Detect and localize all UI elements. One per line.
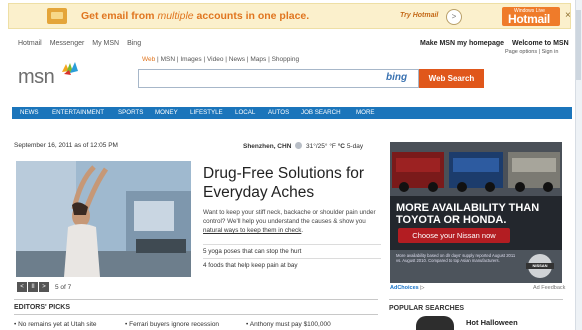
promo-headline-prefix: Get email from — [81, 10, 158, 22]
hero-description: Want to keep your stiff neck, backache o… — [203, 208, 385, 236]
slideshow-prev-button[interactable]: < — [17, 282, 27, 292]
editors-pick-item[interactable]: • Ferrari buyers ignore recession — [125, 321, 219, 328]
editors-pick-text: Anthony must pay $100,000 — [249, 321, 331, 328]
weather-widget[interactable]: Shenzhen, CHN 31°/25° °F °C 5-day — [243, 142, 363, 150]
mail-icon — [47, 8, 67, 24]
adchoices-label: AdChoices — [390, 285, 419, 291]
nav-job-search[interactable]: JOB SEARCH — [301, 109, 341, 116]
divider — [14, 314, 378, 315]
popular-search-item[interactable]: Hot Halloween — [466, 318, 518, 327]
scrollbar-thumb[interactable] — [576, 10, 581, 80]
search-input[interactable] — [138, 69, 419, 88]
search-tab-web[interactable]: Web — [142, 56, 155, 63]
hero-body-end: . — [301, 227, 304, 235]
search-tab-shopping[interactable]: Shopping — [272, 56, 299, 63]
nissan-logo: NISSAN — [532, 263, 548, 268]
divider — [14, 299, 378, 300]
nissan-advertisement[interactable]: MORE AVAILABILITY THAN TOYOTA OR HONDA. … — [390, 142, 562, 283]
my-msn-link[interactable]: My MSN — [92, 40, 119, 47]
hero-related-link-2[interactable]: 4 foods that help keep pain at bay — [203, 258, 381, 269]
ad-feedback-link[interactable]: Ad Feedback — [533, 285, 565, 291]
try-hotmail-link[interactable]: Try Hotmail — [400, 12, 438, 19]
nav-sports[interactable]: SPORTS — [118, 109, 143, 116]
welcome-text: Welcome to MSN — [511, 40, 569, 47]
editors-pick-text: Ferrari buyers ignore recession — [129, 321, 220, 328]
hotmail-promo-banner[interactable]: Get email from multiple accounts in one … — [8, 3, 571, 29]
ad-fine-print: More availability based on dlr days' sup… — [396, 253, 516, 264]
promo-headline-suffix: accounts in one place. — [193, 10, 310, 22]
hero-body-link[interactable]: natural ways to keep them in check — [203, 227, 301, 234]
search-tab-video[interactable]: Video — [207, 56, 224, 63]
slideshow-pause-button[interactable]: II — [28, 282, 38, 292]
slideshow-next-button[interactable]: > — [39, 282, 49, 292]
hero-body-text: Want to keep your stiff neck, backache o… — [203, 209, 376, 226]
hero-title[interactable]: Drug-Free Solutions for Everyday Aches — [203, 164, 388, 202]
search-tabs: Web | MSN | Images | Video | News | Maps… — [142, 56, 300, 63]
ad-headline: MORE AVAILABILITY THAN TOYOTA OR HONDA. — [396, 202, 540, 226]
web-search-button[interactable]: Web Search — [419, 69, 484, 88]
unit-fahrenheit[interactable]: °F — [329, 143, 336, 150]
search-tab-msn[interactable]: MSN — [161, 56, 175, 63]
make-homepage-link[interactable]: Make MSN my homepage — [420, 40, 504, 47]
hotmail-logo[interactable]: Windows Live Hotmail — [502, 7, 560, 26]
hotmail-link[interactable]: Hotmail — [18, 40, 42, 47]
halloween-thumbnail[interactable] — [416, 316, 454, 330]
nav-money[interactable]: MONEY — [155, 109, 178, 116]
adchoices-link[interactable]: AdChoices ▷ — [390, 285, 425, 291]
search-tab-news[interactable]: News — [229, 56, 245, 63]
five-day-forecast-link[interactable]: 5-day — [347, 143, 363, 150]
hero-image[interactable] — [16, 161, 191, 277]
dateline: September 16, 2011 as of 12:05 PM — [14, 142, 118, 149]
weather-temps: 31°/25° — [306, 143, 328, 150]
editors-picks-heading: EDITORS' PICKS — [14, 304, 70, 311]
promo-headline-emphasis: multiple — [157, 10, 194, 22]
editors-pick-item[interactable]: • No remains yet at Utah site — [14, 321, 97, 328]
messenger-link[interactable]: Messenger — [50, 40, 85, 47]
nav-local[interactable]: LOCAL — [235, 109, 255, 116]
close-icon[interactable]: × — [565, 10, 571, 21]
editors-pick-item[interactable]: • Anthony must pay $100,000 — [246, 321, 331, 328]
divider — [389, 299, 563, 300]
top-links: Hotmail Messenger My MSN Bing — [18, 40, 147, 47]
nav-lifestyle[interactable]: LIFESTYLE — [190, 109, 223, 116]
header-right-links: Make MSN my homepage Welcome to MSN — [414, 40, 569, 47]
msn-butterfly-icon — [62, 62, 78, 75]
editors-pick-text: No remains yet at Utah site — [18, 321, 97, 328]
hero-related-link-1[interactable]: 5 yoga poses that can stop the hurt — [203, 244, 381, 255]
slideshow-counter: 5 of 7 — [55, 284, 72, 291]
weather-city[interactable]: Shenzhen, CHN — [243, 143, 291, 150]
weather-sun-icon — [295, 142, 303, 149]
woman-stretching-illustration — [16, 161, 191, 277]
promo-headline[interactable]: Get email from multiple accounts in one … — [81, 10, 309, 22]
search-tab-images[interactable]: Images — [180, 56, 201, 63]
page-options-sign-in[interactable]: Page options | Sign in — [505, 49, 558, 55]
try-hotmail-arrow-button[interactable]: > — [446, 9, 462, 25]
msn-logo[interactable]: msn — [18, 66, 55, 89]
choose-nissan-button[interactable]: Choose your Nissan now — [398, 228, 510, 243]
bing-logo: bing — [386, 72, 408, 83]
popular-searches-heading: POPULAR SEARCHES — [389, 305, 465, 312]
nav-entertainment[interactable]: ENTERTAINMENT — [52, 109, 104, 116]
bing-link[interactable]: Bing — [127, 40, 141, 47]
nav-autos[interactable]: AUTOS — [268, 109, 289, 116]
unit-celsius[interactable]: °C — [338, 143, 345, 150]
nav-more[interactable]: MORE — [356, 109, 375, 116]
nav-news[interactable]: NEWS — [20, 109, 39, 116]
hotmail-logo-text: Hotmail — [508, 12, 550, 26]
search-tab-maps[interactable]: Maps — [250, 56, 266, 63]
nav-bar: NEWS ENTERTAINMENT SPORTS MONEY LIFESTYL… — [12, 107, 572, 119]
